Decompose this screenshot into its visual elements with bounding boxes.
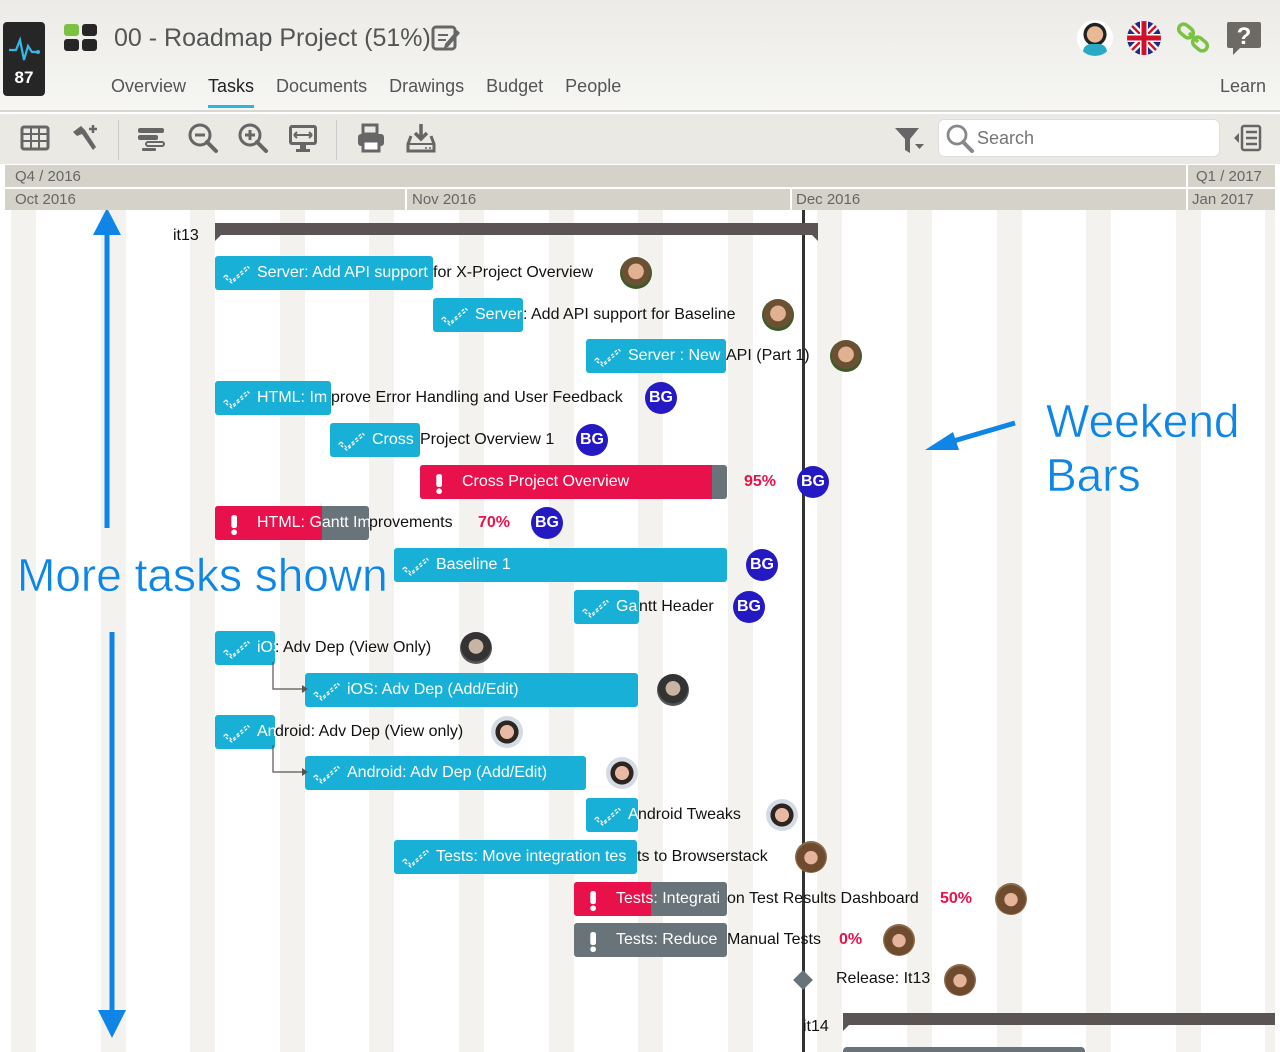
tab-drawings[interactable]: Drawings bbox=[389, 76, 464, 108]
project-title: 00 - Roadmap Project (51%) bbox=[114, 24, 431, 52]
edit-icon[interactable] bbox=[431, 24, 461, 52]
arrow-left-icon bbox=[925, 432, 959, 450]
pulse-icon bbox=[9, 36, 40, 61]
collapse-panel-icon[interactable] bbox=[1232, 122, 1264, 154]
learn-link[interactable]: Learn bbox=[1220, 76, 1266, 97]
quarter-label-q1-2017: Q1 / 2017 bbox=[1196, 168, 1262, 185]
tab-tasks[interactable]: Tasks bbox=[208, 76, 255, 108]
arrow-down-icon bbox=[98, 1010, 126, 1038]
timeline-header: Q4 / 2016 Q1 / 2017 Oct 2016 Nov 2016 De… bbox=[5, 165, 1275, 210]
month-label-oct-2016: Oct 2016 bbox=[15, 191, 76, 208]
apps-grid-icon[interactable] bbox=[64, 24, 98, 52]
annotation-weekend: Weekend bbox=[1046, 395, 1240, 448]
month-label-dec-2016: Dec 2016 bbox=[796, 191, 861, 208]
print-icon[interactable] bbox=[355, 122, 387, 154]
download-icon[interactable] bbox=[405, 122, 437, 154]
filter-icon[interactable] bbox=[893, 124, 925, 156]
project-pulse-badge[interactable]: 87 bbox=[3, 22, 45, 96]
link-icon[interactable] bbox=[1176, 20, 1212, 56]
gantt-toolbar bbox=[0, 114, 1280, 164]
gantt-chart: it13 Server: Add API support for X-Proje… bbox=[5, 210, 1275, 1052]
arrow-up-icon bbox=[93, 210, 121, 235]
app-header: 87 00 - Roadmap Project (51%) Overview T… bbox=[0, 0, 1280, 112]
gantt-bars-icon[interactable] bbox=[136, 122, 168, 154]
help-icon[interactable]: ? bbox=[1226, 20, 1262, 56]
annotation-bars: Bars bbox=[1046, 449, 1141, 502]
toolbar-separator bbox=[118, 120, 119, 160]
tab-budget[interactable]: Budget bbox=[486, 76, 543, 108]
month-label-nov-2016: Nov 2016 bbox=[412, 191, 477, 208]
quarter-label-q4-2016: Q4 / 2016 bbox=[15, 168, 81, 185]
tab-documents[interactable]: Documents bbox=[276, 76, 367, 108]
add-tool-icon[interactable] bbox=[69, 122, 101, 154]
annotation-more-tasks: More tasks shown bbox=[17, 549, 388, 602]
svg-text:?: ? bbox=[1237, 23, 1252, 50]
fit-screen-icon[interactable] bbox=[287, 122, 319, 154]
tab-overview[interactable]: Overview bbox=[111, 76, 186, 108]
zoom-in-icon[interactable] bbox=[237, 122, 269, 154]
search-box bbox=[938, 119, 1220, 157]
search-input[interactable] bbox=[977, 126, 1207, 150]
user-avatar[interactable] bbox=[1077, 20, 1113, 56]
grid-icon[interactable] bbox=[19, 122, 51, 154]
month-label-jan-2017: Jan 2017 bbox=[1192, 191, 1254, 208]
pulse-score: 87 bbox=[14, 68, 34, 87]
zoom-out-icon[interactable] bbox=[187, 122, 219, 154]
annotation-arrows bbox=[93, 210, 1016, 1038]
search-icon bbox=[946, 124, 974, 153]
toolbar-separator bbox=[336, 120, 337, 160]
header-divider bbox=[5, 187, 1275, 189]
uk-flag-icon[interactable] bbox=[1126, 20, 1162, 56]
tab-people[interactable]: People bbox=[565, 76, 621, 108]
project-tabs: Overview Tasks Documents Drawings Budget… bbox=[111, 76, 643, 108]
